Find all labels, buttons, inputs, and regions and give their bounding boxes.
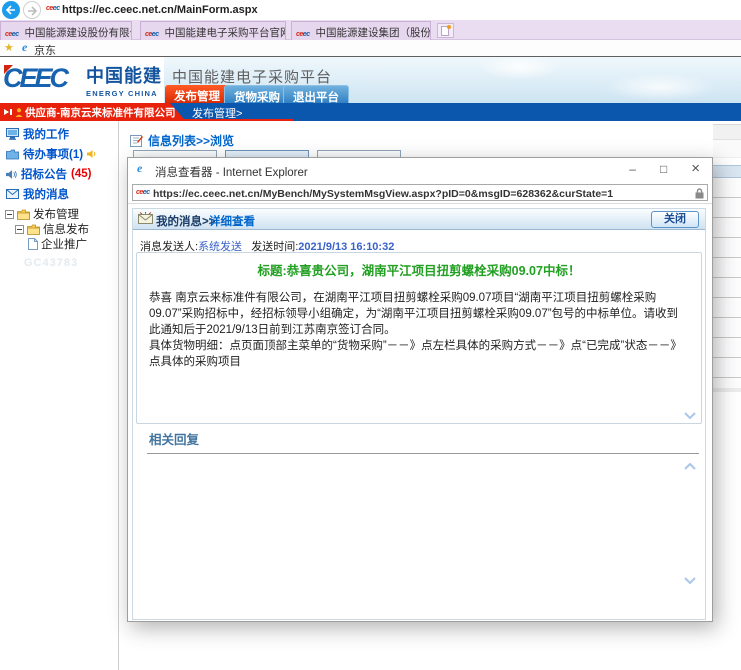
message-panel: 我的消息>> 详细查看 关闭 消息发送人:系统发送 发送时间:2021/9/13… — [132, 208, 706, 620]
monitor-icon — [6, 128, 19, 140]
forward-icon[interactable] — [23, 1, 41, 19]
browser-tab-row: ceec 中国能源建设股份有限公司 ceec 中国能建电子采购平台官网 ceec… — [0, 20, 741, 40]
favorites-bar: ★ e 京东 — [0, 40, 741, 56]
nav-tab-publish[interactable]: 发布管理 — [165, 85, 229, 103]
message-body: 恭喜 南京云来标准件有限公司，在湖南平江项目扭剪螺栓采购09.07项目“湖南平江… — [149, 290, 689, 370]
sidebar-label: 我的消息 — [23, 186, 69, 202]
tab-label: 中国能源建设集团（股份）... — [316, 27, 431, 39]
sidebar-item-bid-notice[interactable]: 招标公告 (45) — [6, 166, 91, 182]
watermark: GC43783 — [24, 257, 78, 269]
sidebar-label: 招标公告 — [21, 166, 67, 182]
table-footer-sliver — [713, 388, 741, 392]
favorites-star-icon[interactable]: ★ — [4, 41, 14, 54]
popup-address-bar: ceec https://ec.ceec.net.cn/MyBench/MySy… — [128, 183, 712, 204]
folder-icon — [27, 224, 40, 235]
sidebar-item-my-work[interactable]: 我的工作 — [6, 126, 69, 142]
speaker-icon — [6, 169, 17, 180]
sidebar: 我的工作 待办事项(1) 招标公告 (45) 我的消息 发布管理 信息发布 企业推… — [0, 121, 119, 670]
scroll-up-icon[interactable] — [684, 457, 696, 475]
close-button[interactable]: 关闭 — [651, 211, 699, 228]
tree-item-publish-mgmt[interactable]: 发布管理 — [5, 206, 79, 222]
table-rows-sliver — [713, 178, 741, 388]
list-toolbar-sliver — [713, 124, 741, 140]
scroll-down-icon[interactable] — [684, 571, 696, 589]
tab-favicon: ceec — [145, 31, 159, 38]
screen: ceec https://ec.ceec.net.cn/MainForm.asp… — [0, 0, 741, 670]
message-paragraph: 恭喜 南京云来标准件有限公司，在湖南平江项目扭剪螺栓采购09.07项目“湖南平江… — [149, 290, 689, 338]
tab-favicon: ceec — [5, 31, 19, 38]
section-title: 信息列表>>浏览 — [130, 132, 234, 149]
popup-url-text: https://ec.ceec.net.cn/MyBench/MySystemM… — [153, 188, 691, 200]
browser-address-bar: ceec https://ec.ceec.net.cn/MainForm.asp… — [0, 0, 741, 20]
tree-collapse-icon[interactable] — [15, 225, 24, 234]
supplier-name: 供应商-南京云来标准件有限公司 — [25, 107, 176, 119]
nav-tab-exit[interactable]: 退出平台 — [283, 85, 349, 103]
popup-url-input[interactable]: ceec https://ec.ceec.net.cn/MyBench/MySy… — [132, 184, 708, 201]
breadcrumb-bar: 供应商-南京云来标准件有限公司 发布管理> — [0, 103, 741, 119]
lock-icon — [695, 188, 704, 199]
envelope-icon — [6, 189, 19, 199]
maximize-icon[interactable]: □ — [660, 160, 667, 178]
sidebar-label: 待办事项(1) — [23, 146, 83, 162]
browser-tab-2[interactable]: ceec 中国能建电子采购平台官网 — [140, 21, 286, 40]
tree-label: 发布管理 — [33, 206, 79, 222]
table-header-sliver — [713, 165, 741, 178]
site-favicon: ceec — [136, 189, 150, 196]
scroll-down-icon[interactable] — [684, 406, 696, 424]
browser-tab-1[interactable]: ceec 中国能源建设股份有限公司 — [0, 21, 132, 40]
minimize-icon[interactable]: – — [629, 160, 636, 178]
site-header: CEEC 中国能建 ENERGY CHINA 中国能建电子采购平台 发布管理 货… — [0, 57, 741, 103]
back-icon[interactable] — [2, 1, 20, 19]
nav-tab-goods[interactable]: 货物采购 — [224, 85, 290, 103]
close-window-icon[interactable]: × — [691, 160, 700, 178]
popup-content: 我的消息>> 详细查看 关闭 消息发送人:系统发送 发送时间:2021/9/13… — [128, 204, 712, 621]
ceec-logo: CEEC 中国能建 ENERGY CHINA — [0, 57, 164, 103]
list-toolbar-sliver — [713, 140, 741, 158]
tab-favicon: ceec — [296, 31, 310, 38]
document-icon — [28, 238, 38, 250]
tree-item-info-publish[interactable]: 信息发布 — [15, 221, 89, 237]
folder-icon — [6, 149, 19, 160]
tree-collapse-icon[interactable] — [5, 210, 14, 219]
site-favicon: ceec — [46, 5, 60, 12]
message-paragraph: 具体货物明细：点页面顶部主菜单的“货物采购”－－》点左栏具体的采购方式－－》点“… — [149, 338, 689, 370]
site-title: 中国能建电子采购平台 — [172, 66, 332, 87]
envelope-icon — [138, 212, 153, 224]
ie-icon: e — [137, 161, 142, 176]
logo-english-name: ENERGY CHINA — [86, 89, 162, 98]
form-icon — [130, 134, 143, 147]
marquee-pause-icon[interactable] — [4, 108, 13, 116]
sidebar-label: 我的工作 — [23, 126, 69, 142]
section-title-text: 信息列表>>浏览 — [148, 132, 234, 149]
sidebar-item-my-messages[interactable]: 我的消息 — [6, 186, 69, 202]
speaker-icon — [87, 149, 97, 159]
supplier-ribbon: 供应商-南京云来标准件有限公司 — [0, 103, 184, 119]
popup-title-bar[interactable]: e 消息查看器 - Internet Explorer – □ × — [128, 158, 712, 183]
message-header-bar: 我的消息>> 详细查看 关闭 — [133, 209, 705, 230]
sidebar-item-todo[interactable]: 待办事项(1) — [6, 146, 97, 162]
new-tab-button[interactable] — [437, 23, 454, 38]
message-card: 标题:恭喜贵公司，湖南平江项目扭剪螺栓采购09.07中标！ 恭喜 南京云来标准件… — [136, 252, 702, 424]
browser-tab-3[interactable]: ceec 中国能源建设集团（股份）... × — [291, 21, 431, 40]
bid-count: (45) — [71, 168, 91, 180]
ceec-logo-letters: CEEC — [3, 63, 66, 94]
ie-favicon: e — [22, 40, 27, 55]
detail-view-link[interactable]: 详细查看 — [209, 213, 255, 229]
tree-item-enterprise-promo[interactable]: 企业推广 — [28, 236, 87, 252]
popup-breadcrumb: 我的消息>> — [156, 213, 215, 229]
tree-label: 企业推广 — [41, 236, 87, 252]
replies-divider — [147, 453, 699, 454]
tab-label: 中国能建电子采购平台官网 — [165, 27, 286, 39]
message-title: 标题:恭喜贵公司，湖南平江项目扭剪螺栓采购09.07中标！ — [137, 260, 701, 279]
supplier-person-icon — [15, 108, 23, 117]
tree-label: 信息发布 — [43, 221, 89, 237]
logo-chinese-name: 中国能建 — [86, 62, 162, 88]
message-viewer-window: e 消息查看器 - Internet Explorer – □ × ceec h… — [127, 157, 713, 622]
tab-label: 中国能源建设股份有限公司 — [25, 27, 132, 39]
replies-title: 相关回复 — [149, 429, 199, 448]
folder-icon — [17, 209, 30, 220]
url-input[interactable]: https://ec.ceec.net.cn/MainForm.aspx — [62, 4, 258, 16]
popup-window-title: 消息查看器 - Internet Explorer — [155, 164, 308, 180]
